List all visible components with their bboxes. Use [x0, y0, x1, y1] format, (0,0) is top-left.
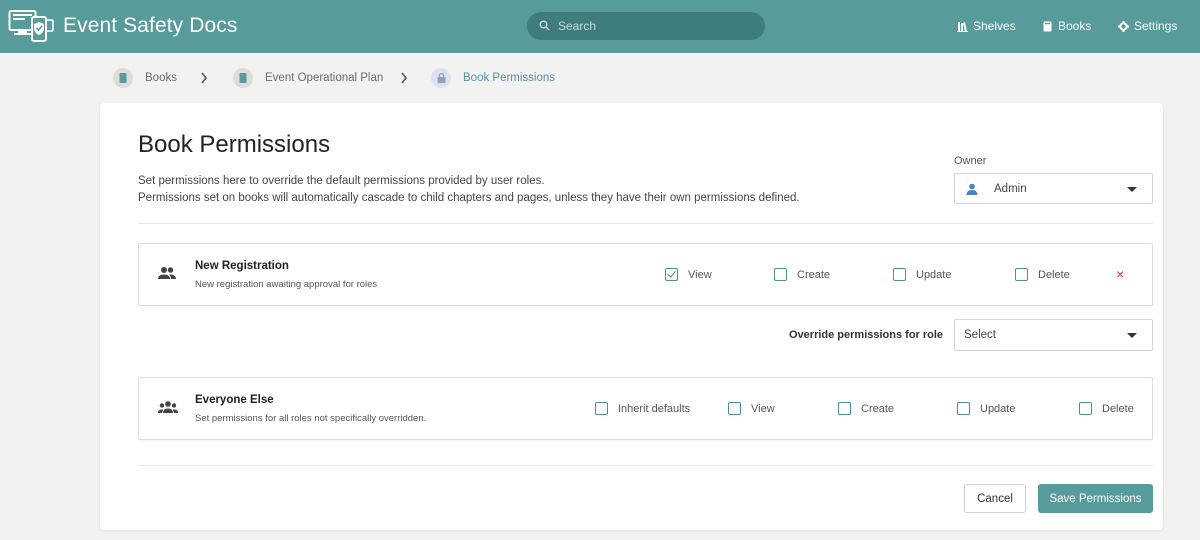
user-icon: [966, 183, 978, 195]
role-permission-row: New Registration New registration awaiti…: [138, 243, 1153, 306]
nav-settings[interactable]: Settings: [1118, 19, 1177, 33]
role-view-label: View: [688, 268, 712, 281]
everyone-create-checkbox[interactable]: Create: [838, 402, 894, 415]
search-bar[interactable]: [527, 12, 765, 40]
override-select-value: Select: [964, 329, 996, 341]
save-permissions-button[interactable]: Save Permissions: [1038, 484, 1153, 513]
chevron-down-icon: [1127, 186, 1137, 192]
checkbox-icon[interactable]: [595, 402, 608, 415]
search-input[interactable]: [558, 12, 758, 40]
role-name: New Registration: [195, 260, 289, 272]
checkbox-icon[interactable]: [728, 402, 741, 415]
permissions-card: Book Permissions Set permissions here to…: [100, 103, 1163, 530]
breadcrumb-event-plan-label: Event Operational Plan: [265, 72, 384, 84]
override-label: Override permissions for role: [789, 329, 944, 341]
nav-settings-label: Settings: [1134, 19, 1178, 33]
app-logo-icon[interactable]: [8, 8, 54, 44]
checkbox-icon[interactable]: [957, 402, 970, 415]
checkbox-icon[interactable]: [893, 268, 906, 281]
role-update-label: Update: [916, 268, 952, 281]
breadcrumb-books[interactable]: Books: [113, 68, 177, 88]
role-view-checkbox[interactable]: View: [665, 268, 712, 281]
owner-select[interactable]: Admin: [954, 173, 1153, 204]
everyone-create-label: Create: [861, 402, 895, 415]
chevron-down-icon: [1127, 333, 1137, 338]
everyone-subtitle: Set permissions for all roles not specif…: [195, 413, 427, 424]
everyone-inherit-label: Inherit defaults: [618, 402, 691, 415]
description-line-2: Permissions set on books will automatica…: [138, 192, 800, 204]
book-icon: [113, 68, 133, 88]
lock-icon: [431, 68, 451, 88]
everyone-name: Everyone Else: [195, 394, 274, 406]
nav-shelves[interactable]: Shelves: [957, 19, 1016, 33]
checkbox-icon[interactable]: [774, 268, 787, 281]
remove-role-button[interactable]: ×: [1116, 266, 1124, 282]
chevron-right-icon: [201, 72, 208, 84]
nav-shelves-label: Shelves: [973, 19, 1016, 33]
everyone-view-label: View: [751, 402, 775, 415]
owner-label: Owner: [954, 155, 987, 167]
everyone-inherit-checkbox[interactable]: Inherit defaults: [595, 402, 690, 415]
nav-books-label: Books: [1058, 19, 1092, 33]
role-create-label: Create: [797, 268, 831, 281]
shelves-icon: [957, 21, 968, 32]
breadcrumb-book-permissions[interactable]: Book Permissions: [431, 68, 555, 88]
divider: [138, 223, 1153, 224]
breadcrumb-books-label: Books: [145, 72, 177, 84]
breadcrumb-book-permissions-label: Book Permissions: [463, 72, 556, 84]
everyone-delete-label: Delete: [1102, 402, 1134, 415]
top-header: Event Safety Docs Shelves Books: [0, 0, 1200, 53]
everyone-delete-checkbox[interactable]: Delete: [1079, 402, 1134, 415]
breadcrumb-event-plan[interactable]: Event Operational Plan: [233, 68, 383, 88]
app-title[interactable]: Event Safety Docs: [63, 14, 237, 38]
group-icon: [158, 401, 178, 413]
description-line-1: Set permissions here to override the def…: [138, 175, 545, 187]
role-subtitle: New registration awaiting approval for r…: [195, 279, 378, 290]
role-update-checkbox[interactable]: Update: [893, 268, 951, 281]
checkbox-icon[interactable]: [838, 402, 851, 415]
role-delete-checkbox[interactable]: Delete: [1015, 268, 1070, 281]
checkbox-icon[interactable]: [1079, 402, 1092, 415]
chevron-right-icon: [401, 72, 408, 84]
page-title: Book Permissions: [138, 131, 331, 158]
cancel-button[interactable]: Cancel: [964, 484, 1026, 513]
users-icon: [158, 267, 176, 279]
owner-select-value: Admin: [994, 182, 1027, 195]
divider: [138, 465, 1153, 466]
book-icon: [233, 68, 253, 88]
role-delete-label: Delete: [1038, 268, 1070, 281]
nav-books[interactable]: Books: [1042, 19, 1091, 33]
search-icon: [539, 20, 550, 31]
everyone-update-label: Update: [980, 402, 1016, 415]
checkbox-icon[interactable]: [1015, 268, 1028, 281]
gear-icon: [1118, 20, 1129, 32]
everyone-permission-row: Everyone Else Set permissions for all ro…: [138, 377, 1153, 440]
role-create-checkbox[interactable]: Create: [774, 268, 830, 281]
everyone-update-checkbox[interactable]: Update: [957, 402, 1015, 415]
everyone-view-checkbox[interactable]: View: [728, 402, 775, 415]
checkbox-checked-icon[interactable]: [665, 268, 678, 281]
override-role-select[interactable]: Select: [954, 319, 1153, 351]
book-icon: [1043, 21, 1052, 31]
